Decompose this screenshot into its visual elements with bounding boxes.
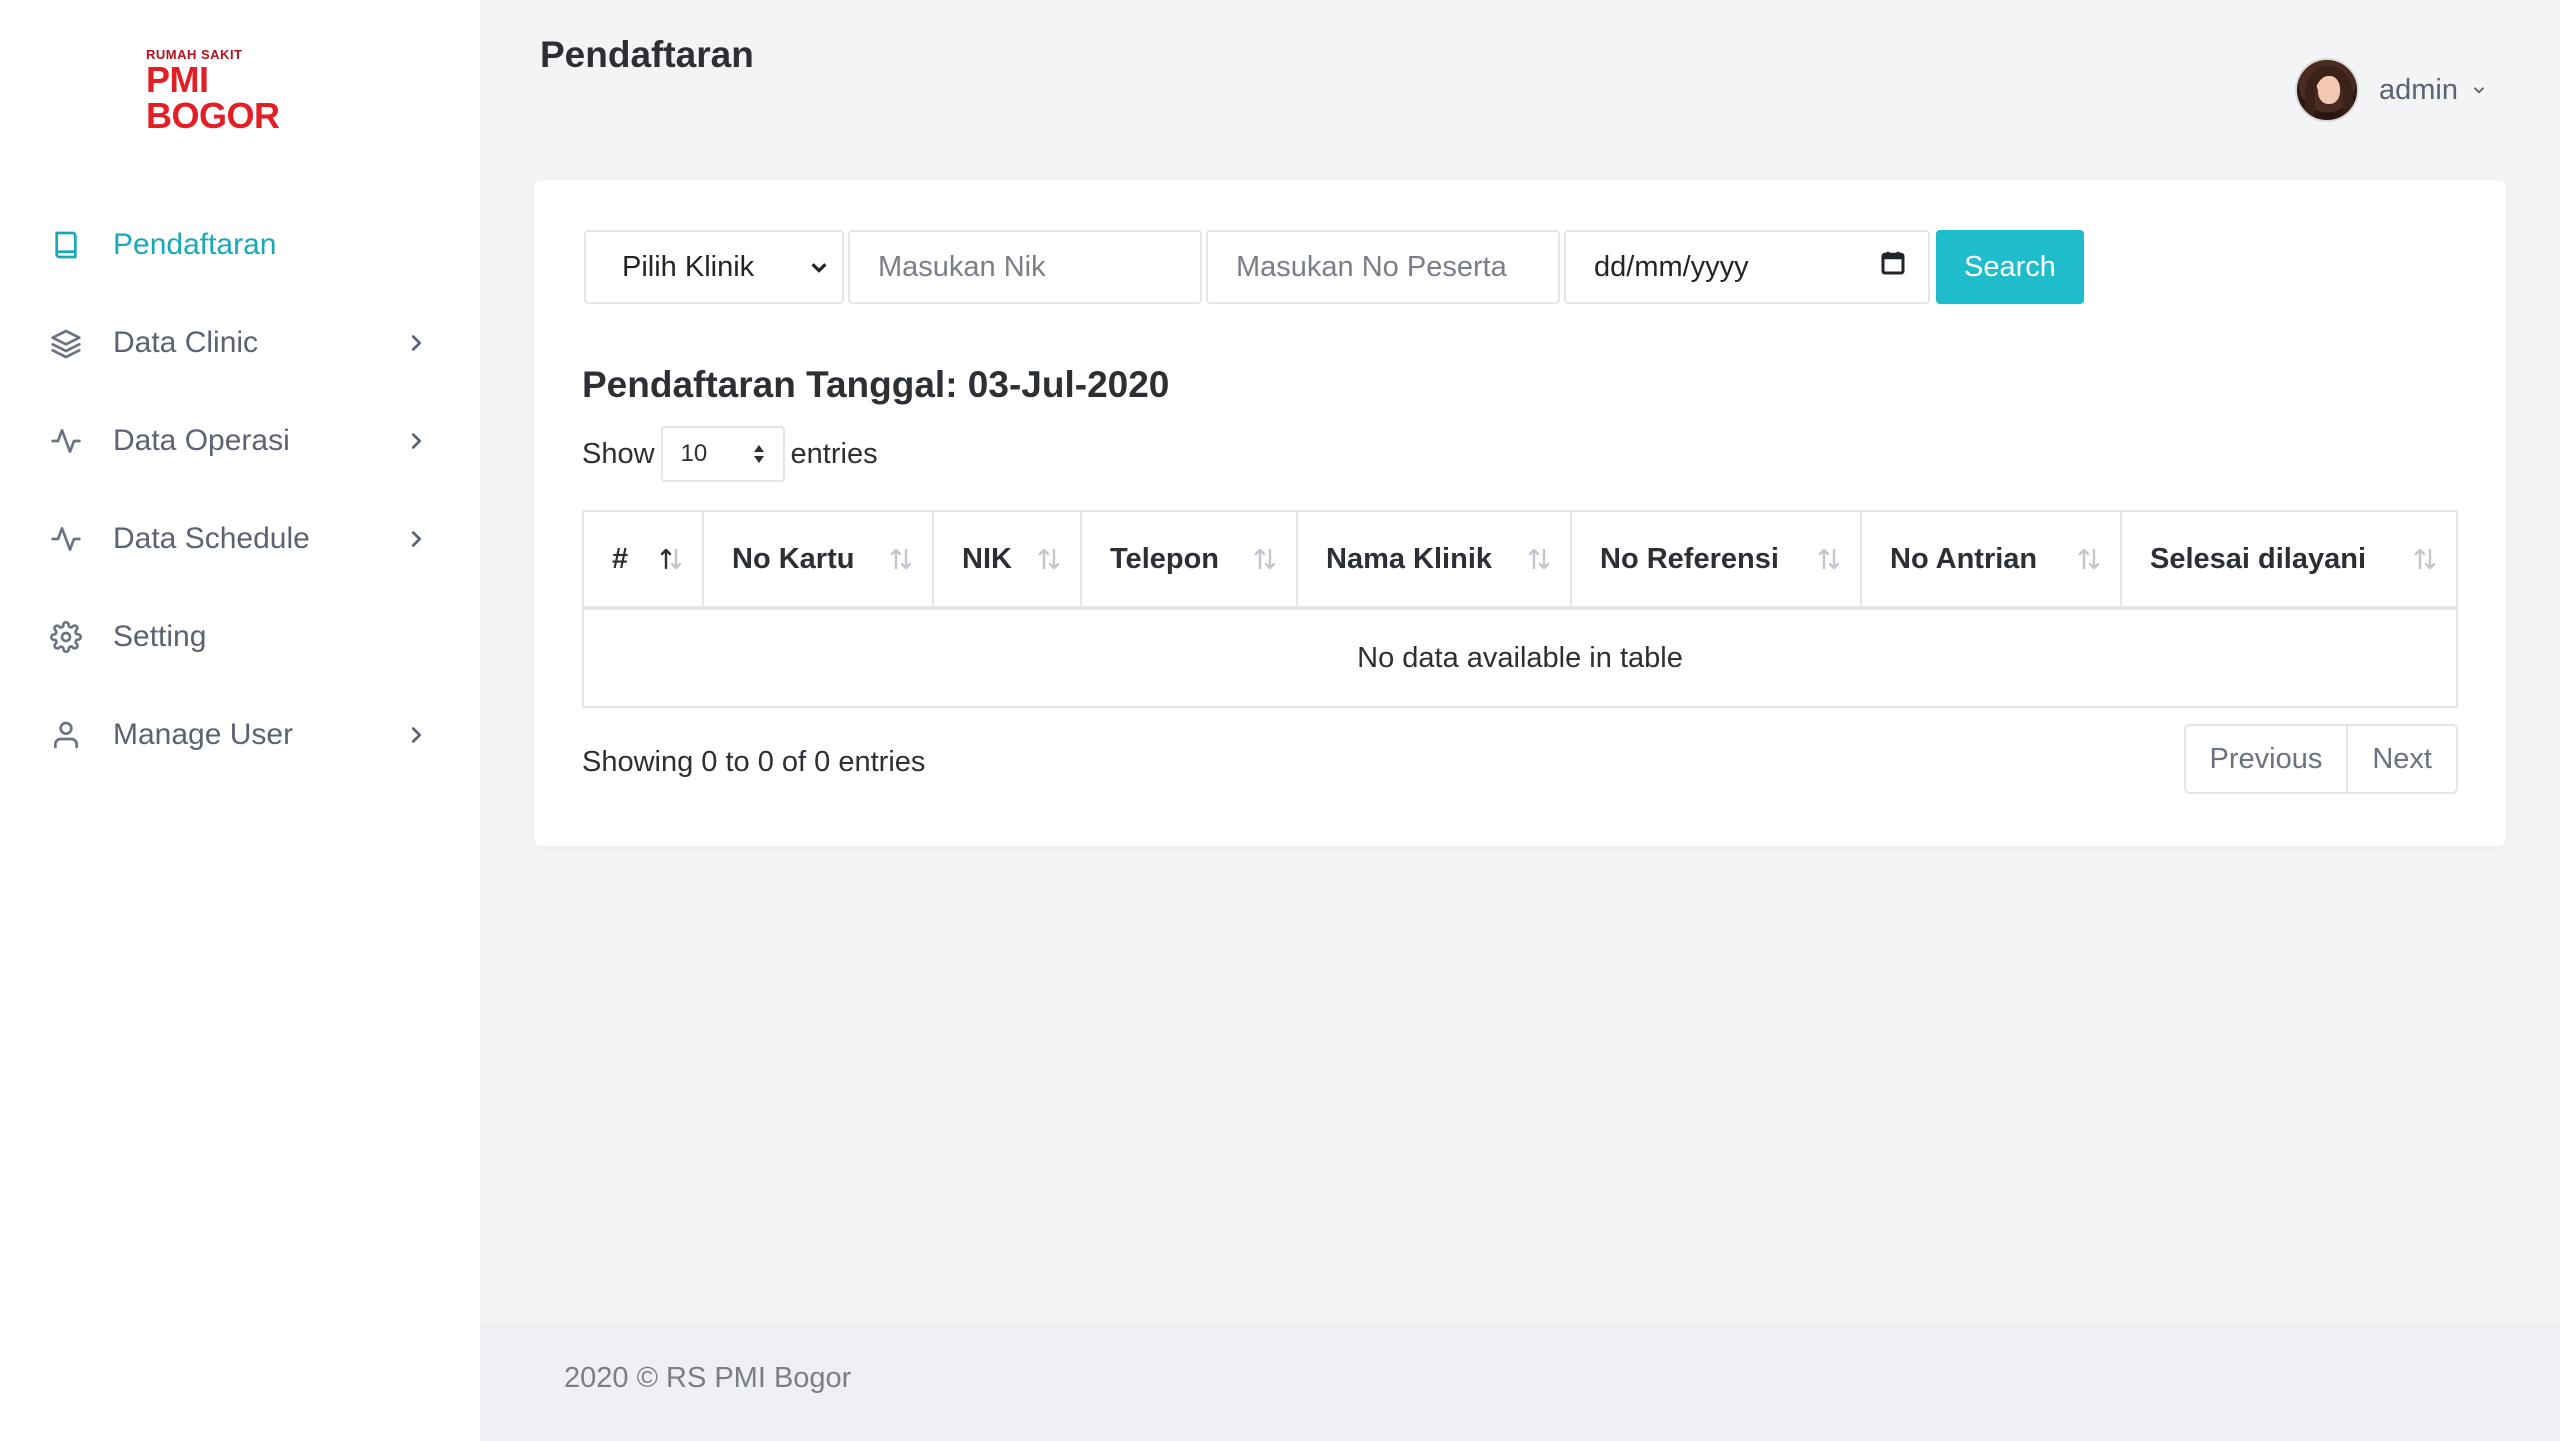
sidebar-item-label: Data Schedule — [113, 522, 310, 555]
sort-asc-icon — [656, 544, 686, 574]
registration-card: Pilih Klinik Masukan Nik Masukan No Pese… — [534, 180, 2506, 846]
gear-icon — [48, 619, 84, 655]
column-header-label: NIK — [962, 542, 1012, 575]
column-header-no-kartu[interactable]: No Kartu — [704, 512, 934, 606]
sidebar-item-label: Setting — [113, 620, 207, 653]
sort-icon — [2074, 544, 2104, 574]
pagination: Previous Next — [2183, 724, 2458, 794]
sidebar-item-label: Data Clinic — [113, 326, 259, 359]
layers-icon — [48, 325, 84, 361]
table-header: # No Kartu NIK Telepon Nama Klinik No Re… — [584, 512, 2456, 610]
footer-text: 2020 © RS PMI Bogor — [564, 1362, 852, 1394]
column-header-nama-klinik[interactable]: Nama Klinik — [1298, 512, 1572, 606]
entries-label: entries — [790, 437, 878, 470]
sort-icon — [1034, 544, 1064, 574]
chevron-down-icon — [811, 263, 827, 273]
calendar-icon[interactable] — [1878, 248, 1908, 286]
section-title: Pendaftaran Tanggal: 03-Jul-2020 — [582, 364, 1170, 405]
previous-button[interactable]: Previous — [2186, 726, 2347, 792]
user-menu[interactable]: admin — [2295, 58, 2488, 122]
column-header-label: Selesai dilayani — [2150, 542, 2367, 575]
sidebar-item-label: Data Operasi — [113, 424, 290, 457]
chevron-right-icon — [402, 427, 430, 455]
klinik-select[interactable]: Pilih Klinik — [584, 230, 844, 304]
sidebar: RUMAH SAKIT PMI BOGOR Pendaftaran Data C… — [0, 0, 480, 1441]
activity-icon — [48, 521, 84, 557]
sidebar-item-setting[interactable]: Setting — [0, 588, 480, 686]
sidebar-item-manage-user[interactable]: Manage User — [0, 686, 480, 784]
sidebar-item-data-schedule[interactable]: Data Schedule — [0, 490, 480, 588]
entries-length: Show 10 entries — [582, 426, 878, 482]
column-header-telepon[interactable]: Telepon — [1082, 512, 1298, 606]
entries-select[interactable]: 10 — [660, 426, 785, 482]
column-header-selesai-dilayani[interactable]: Selesai dilayani — [2122, 512, 2456, 606]
sidebar-item-data-operasi[interactable]: Data Operasi — [0, 392, 480, 490]
table-info: Showing 0 to 0 of 0 entries — [582, 746, 926, 778]
sort-icon — [2410, 544, 2440, 574]
registration-table: # No Kartu NIK Telepon Nama Klinik No Re… — [582, 510, 2458, 708]
entries-select-value: 10 — [680, 440, 708, 467]
column-header-nik[interactable]: NIK — [934, 512, 1082, 606]
column-header-no-antrian[interactable]: No Antrian — [1862, 512, 2122, 606]
book-icon — [48, 227, 84, 263]
date-input[interactable]: dd/mm/yyyy — [1564, 230, 1930, 304]
chevron-right-icon — [402, 721, 430, 749]
chevron-right-icon — [402, 525, 430, 553]
show-label: Show — [582, 437, 655, 470]
activity-icon — [48, 423, 84, 459]
logo-big-text: PMI BOGOR — [146, 59, 280, 136]
sidebar-nav: Pendaftaran Data Clinic Data Operasi Dat… — [0, 196, 480, 784]
sort-icon — [1250, 544, 1280, 574]
peserta-input-placeholder: Masukan No Peserta — [1236, 250, 1507, 283]
column-header-label: Nama Klinik — [1326, 542, 1492, 575]
footer: 2020 © RS PMI Bogor — [480, 1322, 2560, 1441]
date-input-placeholder: dd/mm/yyyy — [1594, 250, 1749, 283]
user-icon — [48, 717, 84, 753]
sidebar-item-label: Pendaftaran — [113, 228, 277, 261]
column-header-label: Telepon — [1110, 542, 1220, 575]
peserta-input[interactable]: Masukan No Peserta — [1206, 230, 1560, 304]
sort-icon — [1814, 544, 1844, 574]
page-title: Pendaftaran — [540, 34, 754, 75]
column-header-number[interactable]: # — [584, 512, 704, 606]
chevron-right-icon — [402, 329, 430, 357]
sidebar-item-label: Manage User — [113, 718, 294, 751]
chevron-down-icon — [2470, 81, 2488, 99]
sort-icon — [1524, 544, 1554, 574]
search-button[interactable]: Search — [1936, 230, 2084, 304]
user-name: admin — [2379, 73, 2458, 106]
nik-input[interactable]: Masukan Nik — [848, 230, 1202, 304]
avatar — [2295, 58, 2359, 122]
column-header-label: # — [612, 542, 629, 575]
logo[interactable]: RUMAH SAKIT PMI BOGOR — [146, 48, 336, 134]
filter-bar: Pilih Klinik Masukan Nik Masukan No Pese… — [584, 230, 2084, 304]
sidebar-item-pendaftaran[interactable]: Pendaftaran — [0, 196, 480, 294]
sidebar-item-data-clinic[interactable]: Data Clinic — [0, 294, 480, 392]
column-header-label: No Referensi — [1600, 542, 1779, 575]
column-header-label: No Kartu — [732, 542, 855, 575]
nik-input-placeholder: Masukan Nik — [878, 250, 1046, 283]
klinik-select-value: Pilih Klinik — [622, 250, 755, 283]
column-header-label: No Antrian — [1890, 542, 2038, 575]
column-header-no-referensi[interactable]: No Referensi — [1572, 512, 1862, 606]
next-button[interactable]: Next — [2346, 726, 2456, 792]
sort-icon — [886, 544, 916, 574]
sort-caret-icon — [753, 445, 764, 463]
table-empty-row: No data available in table — [1357, 641, 1683, 674]
